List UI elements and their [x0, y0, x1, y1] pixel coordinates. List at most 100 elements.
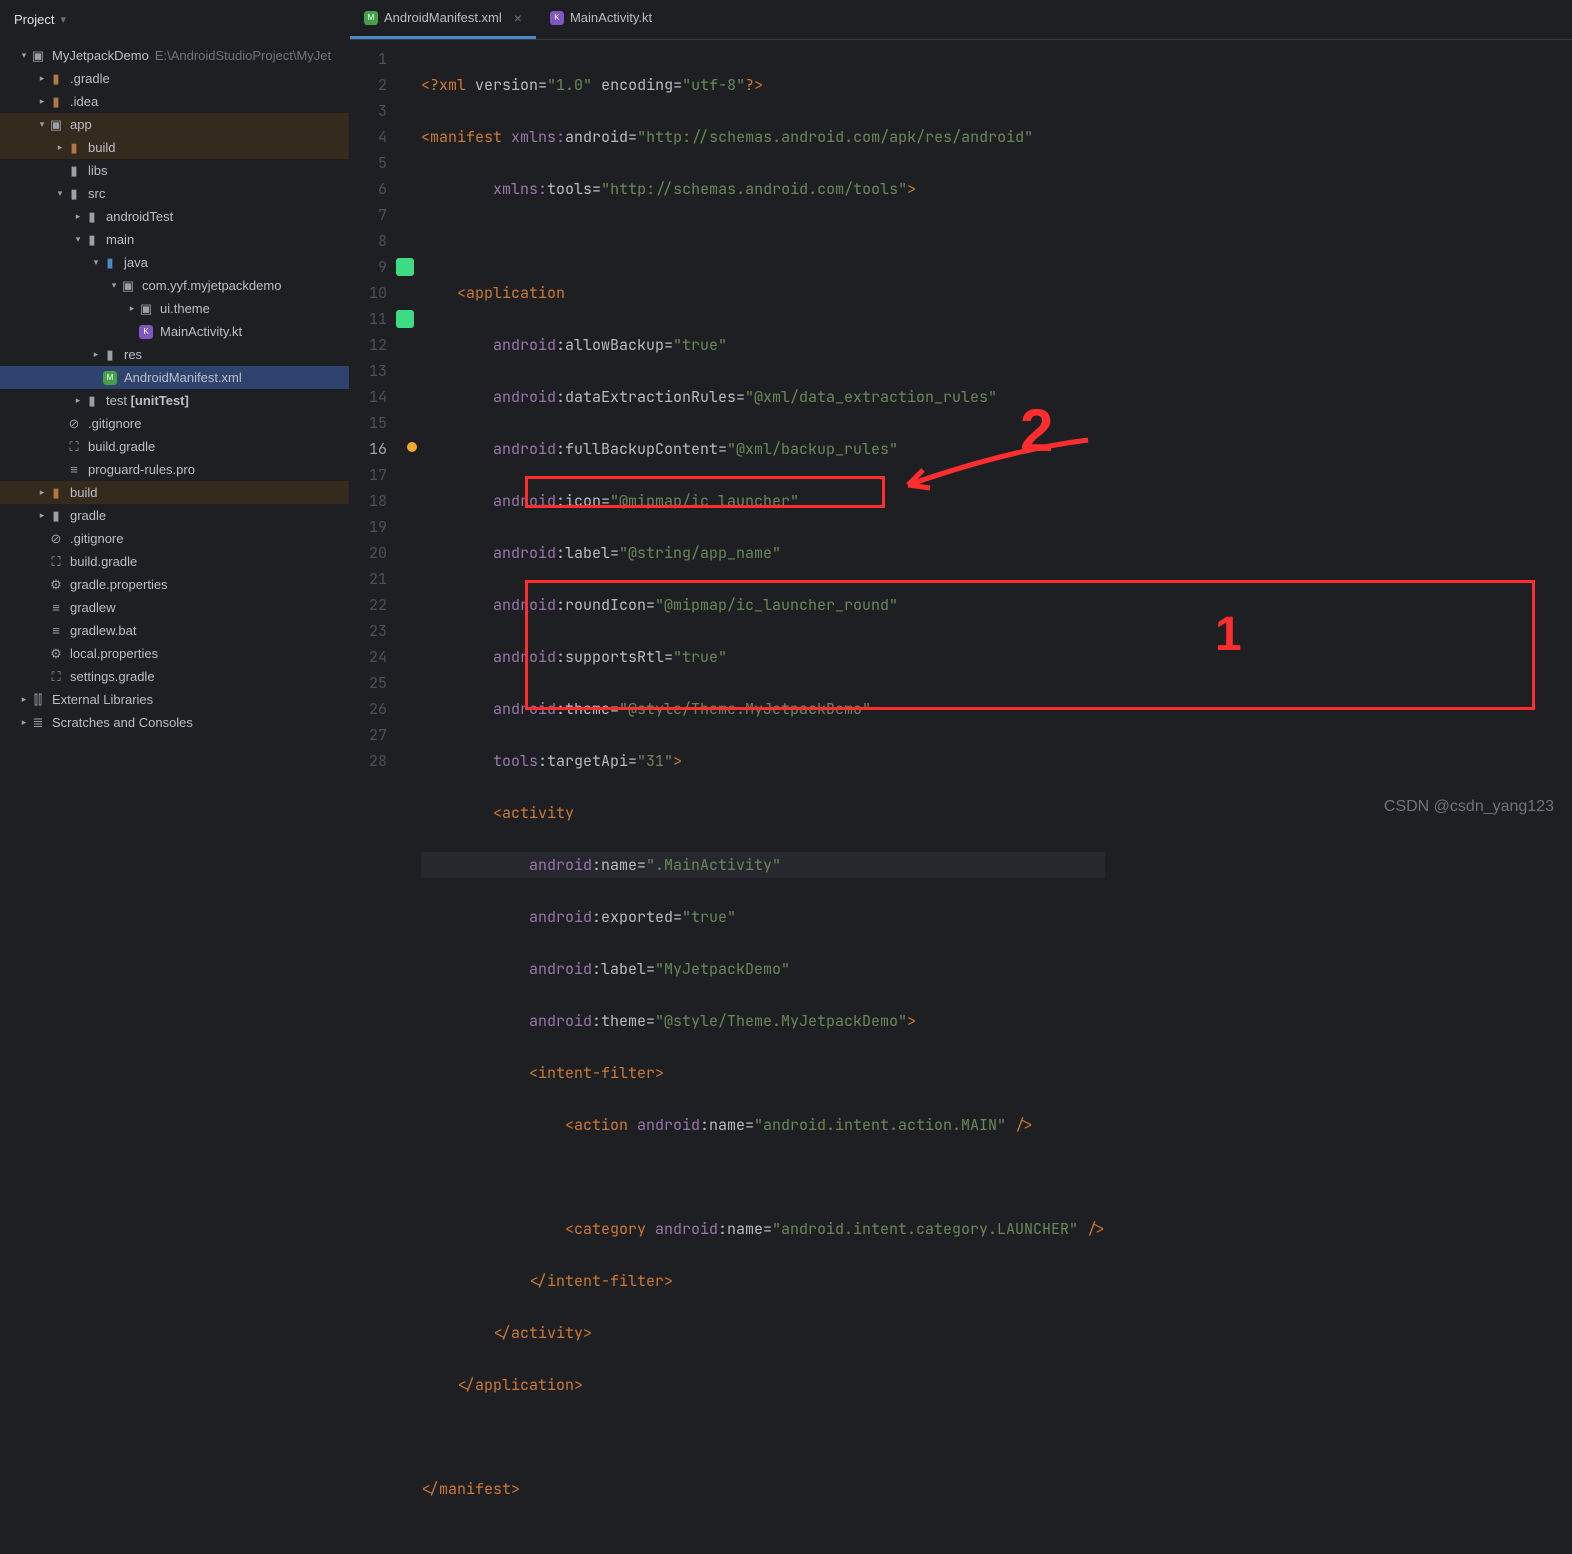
code-editor[interactable]: 1234567891011121314151617181920212223242… — [350, 40, 1572, 1554]
tree-label: build — [88, 140, 115, 155]
tree-item-package[interactable]: ▾ ▣ com.yyf.myjetpackdemo — [0, 274, 349, 297]
gear-icon: ⚙ — [48, 646, 64, 662]
folder-icon: ▮ — [66, 140, 82, 156]
tree-item-androidtest[interactable]: ▸ ▮ androidTest — [0, 205, 349, 228]
kotlin-file-icon: K — [550, 11, 564, 25]
file-icon: ⊘ — [48, 531, 64, 547]
project-header[interactable]: Project ▾ — [0, 0, 349, 40]
tree-root[interactable]: ▾ ▣ MyJetpackDemo E:\AndroidStudioProjec… — [0, 44, 349, 67]
tree-label: gradle — [70, 508, 106, 523]
tree-item-gitignore2[interactable]: ⊘ .gitignore — [0, 527, 349, 550]
editor-panel: M AndroidManifest.xml × K MainActivity.k… — [350, 0, 1572, 822]
tree-item-gitignore[interactable]: ⊘ .gitignore — [0, 412, 349, 435]
tree-label: settings.gradle — [70, 669, 155, 684]
tree-item-src[interactable]: ▾ ▮ src — [0, 182, 349, 205]
file-icon: ≡ — [48, 623, 64, 639]
tree-item-buildgradle[interactable]: ⛶ build.gradle — [0, 435, 349, 458]
tree-item-gradle2[interactable]: ▸ ▮ gradle — [0, 504, 349, 527]
tree-item-build[interactable]: ▸ ▮ build — [0, 136, 349, 159]
tree-item-mainactivity[interactable]: K MainActivity.kt — [0, 320, 349, 343]
tree-root-name: MyJetpackDemo — [52, 48, 149, 63]
folder-icon: ▮ — [84, 209, 100, 225]
tree-item-manifest[interactable]: M AndroidManifest.xml — [0, 366, 349, 389]
tree-label: .gitignore — [70, 531, 123, 546]
tab-label: MainActivity.kt — [570, 10, 652, 25]
chevron-right-icon[interactable]: ▸ — [18, 717, 30, 728]
folder-icon: ▮ — [48, 94, 64, 110]
file-icon: ⊘ — [66, 416, 82, 432]
close-icon[interactable]: × — [514, 10, 522, 26]
tree-label: proguard-rules.pro — [88, 462, 195, 477]
folder-icon: ▮ — [66, 163, 82, 179]
chevron-right-icon[interactable]: ▸ — [90, 349, 102, 360]
tree-label: MainActivity.kt — [160, 324, 242, 339]
file-icon: ≡ — [66, 462, 82, 478]
chevron-right-icon[interactable]: ▸ — [18, 694, 30, 705]
chevron-down-icon[interactable]: ▾ — [108, 280, 120, 291]
project-icon: ▣ — [30, 48, 46, 64]
tree-label: AndroidManifest.xml — [124, 370, 242, 385]
chevron-right-icon[interactable]: ▸ — [36, 96, 48, 107]
tree-item-localprops[interactable]: ⚙ local.properties — [0, 642, 349, 665]
chevron-right-icon[interactable]: ▸ — [72, 395, 84, 406]
tree-item-build2[interactable]: ▸ ▮ build — [0, 481, 349, 504]
gutter: 1234567891011121314151617181920212223242… — [350, 40, 405, 1554]
folder-icon: ▮ — [66, 186, 82, 202]
tree-label: ui.theme — [160, 301, 210, 316]
tree-label: main — [106, 232, 134, 247]
tree-item-res[interactable]: ▸ ▮ res — [0, 343, 349, 366]
tree-item-idea[interactable]: ▸ ▮ .idea — [0, 90, 349, 113]
tab-mainactivity[interactable]: K MainActivity.kt — [536, 0, 666, 39]
annotation-number-1: 1 — [1215, 622, 1242, 648]
tree-item-gradlew[interactable]: ≡ gradlew — [0, 596, 349, 619]
annotation-number-2: 2 — [1020, 418, 1053, 444]
xml-file-icon: M — [103, 371, 117, 385]
tree-item-libs[interactable]: ▮ libs — [0, 159, 349, 182]
library-icon: ⫿⫿ — [30, 692, 46, 708]
gradle-file-icon: ⛶ — [48, 669, 64, 685]
project-tree: ▾ ▣ MyJetpackDemo E:\AndroidStudioProjec… — [0, 40, 349, 734]
chevron-down-icon: ▾ — [60, 13, 66, 26]
gradle-file-icon: ⛶ — [48, 554, 64, 570]
tree-label: .idea — [70, 94, 98, 109]
tree-label: build.gradle — [88, 439, 155, 454]
tree-label: libs — [88, 163, 108, 178]
tree-item-scratches[interactable]: ▸ ≣ Scratches and Consoles — [0, 711, 349, 734]
chevron-down-icon[interactable]: ▾ — [72, 234, 84, 245]
chevron-right-icon[interactable]: ▸ — [36, 487, 48, 498]
tree-item-settingsgradle[interactable]: ⛶ settings.gradle — [0, 665, 349, 688]
folder-icon: ▮ — [84, 393, 100, 409]
chevron-down-icon[interactable]: ▾ — [36, 119, 48, 130]
src-folder-icon: ▮ — [102, 255, 118, 271]
gear-icon: ⚙ — [48, 577, 64, 593]
tree-item-test[interactable]: ▸ ▮ test [unitTest] — [0, 389, 349, 412]
folder-icon: ▮ — [84, 232, 100, 248]
chevron-right-icon[interactable]: ▸ — [36, 510, 48, 521]
tree-item-app[interactable]: ▾ ▣ app — [0, 113, 349, 136]
tree-item-proguard[interactable]: ≡ proguard-rules.pro — [0, 458, 349, 481]
chevron-right-icon[interactable]: ▸ — [54, 142, 66, 153]
chevron-down-icon[interactable]: ▾ — [54, 188, 66, 199]
chevron-down-icon[interactable]: ▾ — [18, 50, 30, 61]
chevron-right-icon[interactable]: ▸ — [72, 211, 84, 222]
tree-label: app — [70, 117, 92, 132]
chevron-right-icon[interactable]: ▸ — [126, 303, 138, 314]
tree-item-uitheme[interactable]: ▸ ▣ ui.theme — [0, 297, 349, 320]
tree-item-gradlewbat[interactable]: ≡ gradlew.bat — [0, 619, 349, 642]
tab-manifest[interactable]: M AndroidManifest.xml × — [350, 0, 536, 39]
tree-item-java[interactable]: ▾ ▮ java — [0, 251, 349, 274]
tree-item-buildgradle2[interactable]: ⛶ build.gradle — [0, 550, 349, 573]
tree-item-extlibs[interactable]: ▸ ⫿⫿ External Libraries — [0, 688, 349, 711]
folder-icon: ▮ — [48, 485, 64, 501]
chevron-right-icon[interactable]: ▸ — [36, 73, 48, 84]
chevron-down-icon[interactable]: ▾ — [90, 257, 102, 268]
tree-item-main[interactable]: ▾ ▮ main — [0, 228, 349, 251]
tree-label: res — [124, 347, 142, 362]
code-area[interactable]: <?xml version="1.0" encoding="utf-8"?> <… — [405, 40, 1105, 1554]
folder-icon: ▮ — [48, 71, 64, 87]
tree-item-gradle[interactable]: ▸ ▮ .gradle — [0, 67, 349, 90]
tree-label: androidTest — [106, 209, 173, 224]
tree-item-gradleprops[interactable]: ⚙ gradle.properties — [0, 573, 349, 596]
tab-label: AndroidManifest.xml — [384, 10, 502, 25]
project-label: Project — [14, 12, 54, 27]
